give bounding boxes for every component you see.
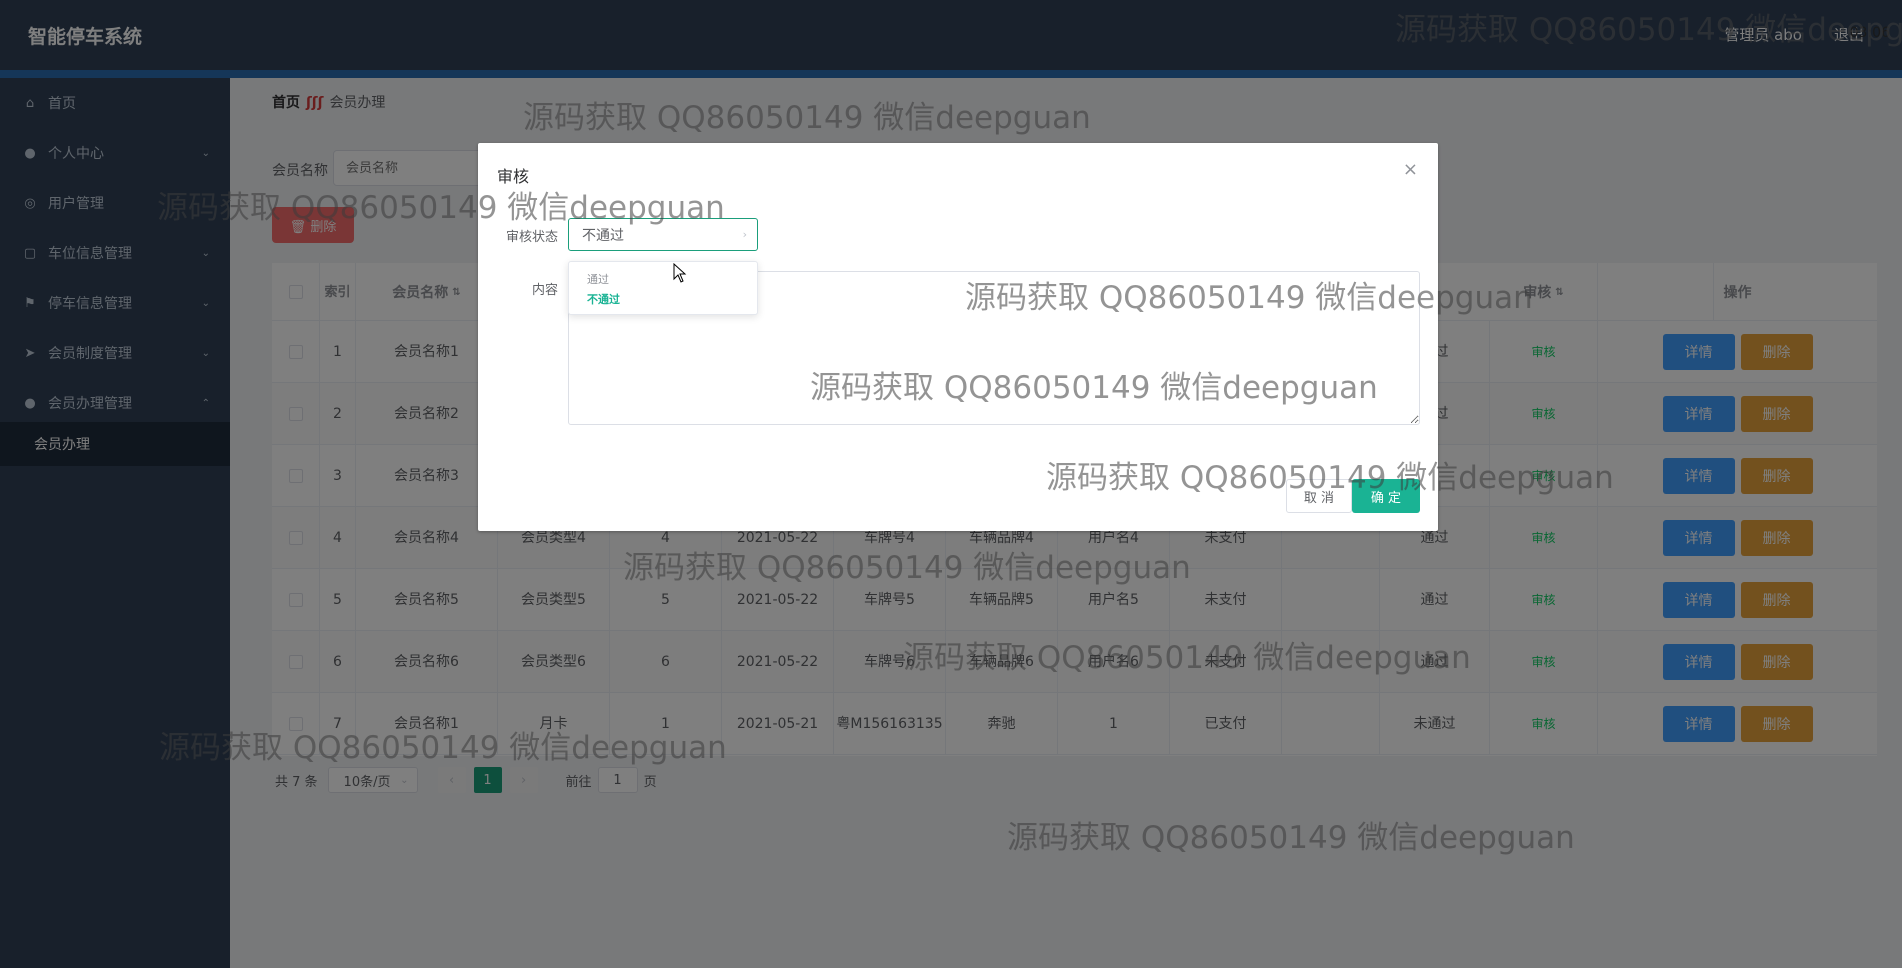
watermark: 源码获取 QQ86050149 微信deepguan [523,100,1091,136]
audit-status-label: 审核状态 [506,230,559,245]
watermark: 源码获取 QQ86050149 微信deepguan [810,370,1378,406]
content-label: 内容 [532,283,559,298]
dropdown-option-fail[interactable]: 不通过 [569,288,759,310]
watermark: 源码获取 QQ86050149 微信deepguan [159,730,727,766]
watermark: 源码获取 QQ86050149 微信deepguan [1046,460,1614,496]
audit-status-value: 不通过 [582,227,624,244]
watermark: 源码获取 QQ86050149 微信deepguan [623,550,1191,586]
audit-status-dropdown: 通过 不通过 [568,261,758,315]
close-icon[interactable]: × [1403,159,1418,180]
watermark: 源码获取 QQ86050149 微信deepguan [1007,820,1575,856]
dropdown-option-pass[interactable]: 通过 [569,268,759,290]
watermark: 源码获取 QQ86050149 微信deepguan [1395,12,1902,48]
chevron-right-icon: › [742,228,747,241]
watermark: 源码获取 QQ86050149 微信deepguan [157,190,725,226]
watermark: 源码获取 QQ86050149 微信deepguan [903,640,1471,676]
mouse-cursor-icon [673,263,687,283]
watermark: 源码获取 QQ86050149 微信deepguan [965,280,1533,316]
